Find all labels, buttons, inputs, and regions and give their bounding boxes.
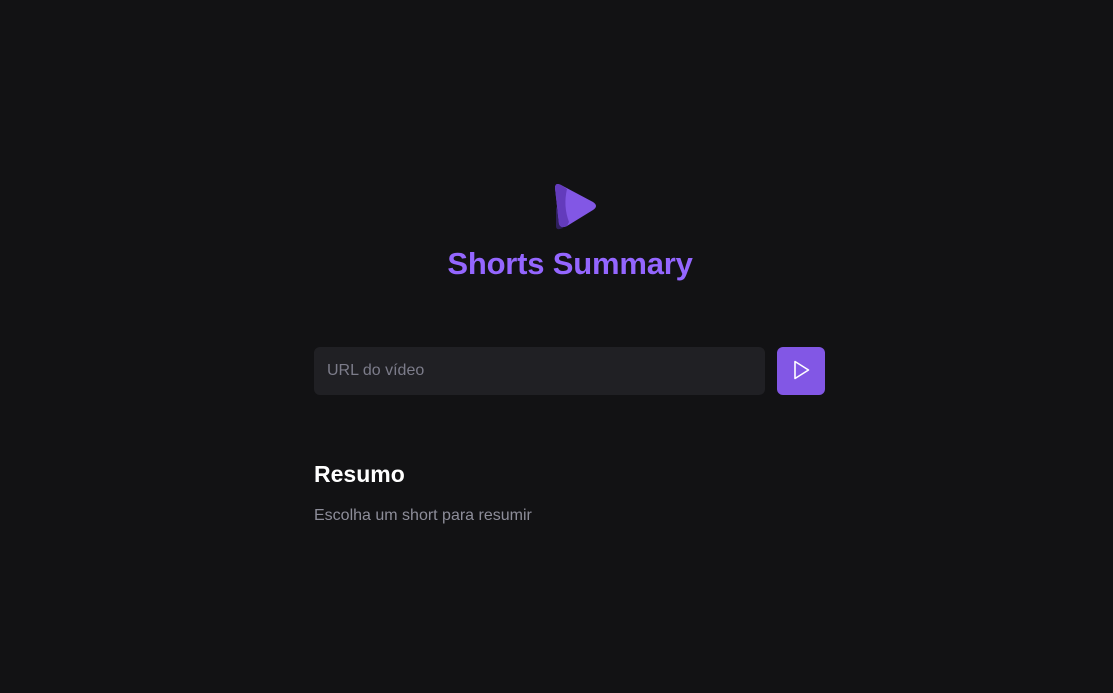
video-url-input[interactable] xyxy=(314,347,765,395)
submit-button[interactable] xyxy=(777,347,825,395)
play-icon xyxy=(790,359,812,384)
summary-text: Escolha um short para resumir xyxy=(314,507,532,524)
app-title: Shorts Summary xyxy=(447,246,693,281)
summary-form xyxy=(314,347,825,395)
play-logo-icon xyxy=(553,182,599,232)
summary-heading: Resumo xyxy=(314,461,405,487)
app-page: Shorts Summary Resumo Escolha um short p… xyxy=(0,0,1113,693)
